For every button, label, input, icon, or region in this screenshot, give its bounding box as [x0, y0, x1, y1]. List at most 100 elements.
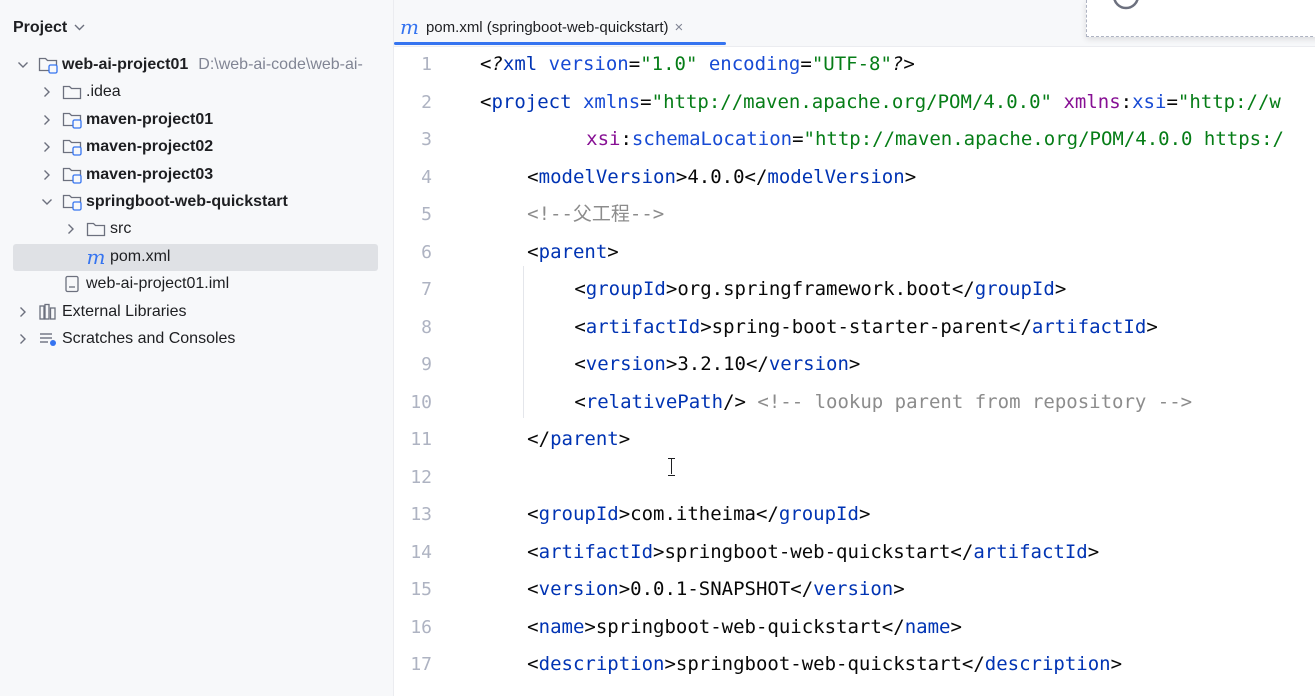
code-editor[interactable]: 1 <?xml version="1.0" encoding="UTF-8"?> 2… — [394, 46, 1315, 696]
code-token-tag: artifactId — [1031, 315, 1147, 338]
tree-item-pom-xml[interactable]: m pom.xml — [0, 243, 393, 271]
tree-item-label: web-ai-project01.iml — [86, 275, 230, 293]
tree-item-label: .idea — [86, 83, 121, 101]
line-number: 11 — [410, 429, 432, 450]
code-token-plain: < — [527, 615, 539, 638]
code-token-tag: groupId — [778, 503, 859, 525]
tab-pom-xml[interactable]: m pom.xml (springboot-web-quickstart) × — [394, 8, 726, 46]
tree-item-scratches-and-consoles[interactable]: Scratches and Consoles — [0, 326, 393, 352]
chevron-right-icon[interactable] — [40, 86, 54, 98]
line-number: 3 — [421, 129, 432, 150]
active-tab-indicator — [394, 42, 726, 45]
code-line[interactable]: <parent> — [527, 240, 619, 264]
tree-item-idea[interactable]: .idea — [0, 79, 393, 105]
code-line[interactable]: <modelVersion>4.0.0</modelVersion> — [527, 165, 916, 189]
code-token-val: "http://maven.apache.org/POM/4.0.0" — [651, 90, 1052, 113]
tree-item-maven-project02[interactable]: maven-project02 — [0, 134, 393, 160]
tree-item-label: External Libraries — [62, 302, 187, 320]
code-token-ns: xmlns — [1063, 90, 1121, 113]
code-token-comment: <!--父工程--> — [527, 203, 665, 225]
code-line[interactable]: </parent> — [527, 427, 630, 451]
code-token-plain: < — [574, 278, 586, 300]
code-token-val: "UTF-8" — [811, 53, 892, 75]
line-number: 14 — [410, 541, 432, 563]
maven-icon: m — [400, 15, 419, 39]
code-line[interactable]: <project xmlns = "http://maven.apache.org/… — [480, 90, 1281, 114]
code-token-plain: >springboot-web-quickstart</ — [584, 615, 905, 638]
module-folder-icon — [38, 56, 58, 74]
code-line[interactable]: <version>3.2.10</version> — [574, 352, 860, 376]
code-token-tag: artifactId — [538, 540, 654, 563]
chevron-right-icon[interactable] — [16, 306, 30, 318]
code-token-plain: >0.0.1-SNAPSHOT</ — [618, 578, 814, 600]
code-token-tag: description — [538, 653, 665, 675]
code-token-ns: xsi — [586, 128, 621, 150]
code-line[interactable]: <?xml version="1.0" encoding="UTF-8"?> — [480, 52, 915, 76]
tree-item-label: springboot-web-quickstart — [86, 193, 288, 210]
close-tab-icon[interactable]: × — [675, 19, 684, 36]
code-token-plain: > — [618, 428, 631, 450]
code-line[interactable]: <name>springboot-web-quickstart</name> — [527, 615, 962, 639]
chevron-down-icon[interactable] — [16, 61, 30, 69]
code-token-plain: : — [1120, 90, 1133, 113]
chevron-right-icon[interactable] — [16, 333, 30, 345]
tree-item-maven-project01[interactable]: maven-project01 — [0, 107, 393, 133]
tree-item-label: maven-project01 — [86, 110, 214, 128]
code-token-tag: xml — [502, 53, 549, 75]
code-token-tag: modelVersion — [767, 165, 905, 188]
tree-item-label: maven-project03 — [86, 165, 214, 183]
code-token-tag: modelVersion — [538, 165, 676, 188]
code-token-plain: < — [527, 540, 539, 563]
code-token-plain: >springboot-web-quickstart</ — [653, 540, 974, 563]
line-number: 7 — [421, 279, 432, 300]
chevron-right-icon[interactable] — [40, 114, 54, 126]
chevron-right-icon[interactable] — [64, 223, 78, 235]
tree-item-external-libraries[interactable]: External Libraries — [0, 299, 393, 325]
code-token-plain: < — [480, 90, 492, 113]
code-token-tag: groupId — [974, 278, 1055, 300]
library-icon — [38, 303, 58, 321]
code-token-val: "http://maven.apache.org/POM/4.0.0 https… — [803, 128, 1284, 150]
tree-item-src[interactable]: src — [0, 216, 393, 242]
code-line[interactable]: <groupId>org.springframework.boot</group… — [574, 277, 1066, 301]
code-token-tag: parent — [538, 240, 608, 263]
code-token-plain: >springboot-web-quickstart</ — [664, 653, 985, 675]
code-token-plain: = — [792, 128, 804, 150]
code-token-tag: version — [538, 578, 619, 600]
chevron-right-icon[interactable] — [40, 169, 54, 181]
code-token-plain: = — [1166, 90, 1178, 113]
floating-popup — [1086, 0, 1315, 37]
chevron-right-icon[interactable] — [40, 141, 54, 153]
code-line[interactable]: <!--父工程--> — [527, 202, 664, 226]
folder-icon — [62, 83, 82, 101]
code-line[interactable]: <groupId>com.itheima</groupId> — [527, 502, 870, 526]
code-token-plain: > — [950, 615, 962, 638]
code-line[interactable]: <artifactId>spring-boot-starter-parent</… — [574, 315, 1157, 339]
code-token-tag: artifactId — [585, 315, 701, 338]
code-line[interactable]: xsi:schemaLocation="http://maven.apache.… — [586, 127, 1284, 151]
chevron-down-icon — [74, 22, 85, 34]
maven-icon: m — [86, 244, 106, 269]
code-line[interactable]: <artifactId>springboot-web-quickstart</a… — [527, 540, 1099, 564]
code-token-tag: project — [491, 90, 583, 113]
code-token-plain: < — [527, 578, 539, 600]
code-token-plain: < — [527, 165, 539, 188]
tree-item-web-ai-project01[interactable]: web-ai-project01 D:\web-ai-code\web-ai- — [0, 52, 393, 78]
project-view-selector[interactable]: Project — [13, 17, 85, 39]
tree-item-web-ai-project01-iml[interactable]: web-ai-project01.iml — [0, 271, 393, 297]
tree-item-maven-project03[interactable]: maven-project03 — [0, 162, 393, 188]
code-token-attr: schemaLocation — [631, 128, 793, 150]
line-number: 1 — [421, 54, 432, 75]
code-line[interactable]: <description>springboot-web-quickstart</… — [527, 652, 1122, 676]
code-token-tag: name — [538, 615, 585, 638]
chevron-down-icon[interactable] — [40, 198, 54, 206]
code-token-plain: > — [893, 578, 905, 600]
line-number: 16 — [410, 616, 432, 638]
code-line[interactable]: <relativePath/> <!-- lookup parent from … — [574, 390, 1192, 414]
code-token-plain: > — [1087, 540, 1100, 563]
code-token-plain: < — [574, 390, 586, 413]
tree-item-springboot-web-quickstart[interactable]: springboot-web-quickstart — [0, 189, 393, 215]
code-line[interactable]: <version>0.0.1-SNAPSHOT</version> — [527, 577, 905, 601]
